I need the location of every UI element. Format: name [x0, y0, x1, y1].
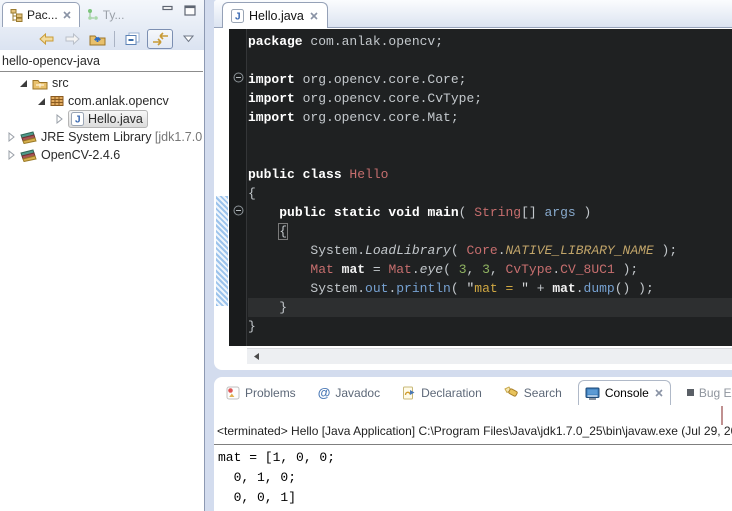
- declaration-icon: [402, 386, 416, 400]
- java-file-icon: J: [231, 9, 244, 23]
- tab-type-hierarchy-label: Ty...: [103, 8, 125, 22]
- back-button[interactable]: [37, 30, 57, 48]
- tab-declaration[interactable]: Declaration: [396, 380, 488, 405]
- tree-item-src[interactable]: src: [18, 74, 69, 92]
- tree-item-jre-library[interactable]: JRE System Library [jdk1.7.0: [6, 128, 202, 146]
- console-tabs-row: Problems @ Javadoc Declaration Search: [220, 380, 732, 405]
- forward-arrow-icon: [64, 33, 80, 45]
- source-folder-icon: [32, 77, 48, 90]
- forward-button[interactable]: [62, 30, 82, 48]
- editor-horizontal-scrollbar[interactable]: [247, 348, 732, 364]
- tab-console[interactable]: Console: [578, 380, 671, 405]
- link-with-editor-icon: [152, 32, 169, 46]
- tree-item-src-label: src: [52, 76, 69, 90]
- link-with-editor-button[interactable]: [147, 29, 173, 49]
- scroll-left-icon[interactable]: [253, 352, 260, 361]
- package-explorer-view: Pac... Ty...: [0, 0, 205, 511]
- chevron-down-icon: [183, 35, 194, 43]
- go-up-button[interactable]: [87, 30, 107, 48]
- tree-item-package-label: com.anlak.opencv: [68, 94, 169, 108]
- tab-problems-label: Problems: [245, 386, 296, 400]
- tree-item-package[interactable]: com.anlak.opencv: [36, 92, 169, 110]
- close-icon[interactable]: [654, 388, 664, 398]
- tab-javadoc[interactable]: @ Javadoc: [312, 380, 386, 405]
- folding-ruler[interactable]: [229, 29, 247, 346]
- eclipse-window: Pac... Ty...: [0, 0, 732, 511]
- tab-package-explorer[interactable]: Pac...: [2, 2, 80, 27]
- package-explorer-toolbar: [37, 29, 198, 49]
- tab-declaration-label: Declaration: [421, 386, 482, 400]
- javadoc-at-icon: @: [318, 385, 331, 400]
- minimize-icon[interactable]: [162, 5, 174, 16]
- expanded-twistie-icon[interactable]: [18, 78, 28, 88]
- selected-tree-item[interactable]: J Hello.java: [68, 110, 148, 128]
- console-toolbar: [721, 407, 723, 425]
- collapse-all-button[interactable]: [122, 30, 142, 48]
- fold-collapse-icon[interactable]: [233, 205, 244, 216]
- svg-text:J: J: [75, 115, 81, 126]
- view-menu-button[interactable]: [178, 30, 198, 48]
- collapse-all-icon: [125, 32, 140, 46]
- tab-package-explorer-label: Pac...: [27, 8, 58, 22]
- range-indicator: [216, 196, 228, 306]
- library-icon: [20, 149, 37, 162]
- console-output-text[interactable]: mat = [1, 0, 0; 0, 1, 0; 0, 0, 1]: [218, 448, 732, 511]
- package-explorer-icon: [10, 9, 23, 22]
- tab-hello-java-label: Hello.java: [249, 9, 304, 23]
- tree-item-project[interactable]: hello-opencv-java: [2, 54, 100, 68]
- bug-explorer-icon: [687, 389, 694, 396]
- problems-icon: [226, 386, 240, 400]
- console-header-divider: [214, 444, 732, 445]
- package-explorer-tree[interactable]: hello-opencv-java src com.anlak.opencv: [0, 50, 203, 511]
- left-tabs-row: Pac... Ty...: [2, 2, 131, 27]
- annotation-ruler[interactable]: [216, 29, 229, 346]
- collapsed-twistie-icon[interactable]: [54, 114, 64, 124]
- code-editor-text-area[interactable]: package com.anlak.opencv;import org.open…: [247, 29, 732, 346]
- console-icon: [585, 387, 600, 400]
- collapsed-twistie-icon[interactable]: [6, 132, 16, 142]
- console-view: Problems @ Javadoc Declaration Search: [214, 377, 732, 511]
- tab-type-hierarchy[interactable]: Ty...: [80, 2, 132, 27]
- tab-problems[interactable]: Problems: [220, 380, 302, 405]
- svg-text:J: J: [235, 11, 241, 22]
- expanded-twistie-icon[interactable]: [36, 96, 46, 106]
- close-icon[interactable]: [309, 11, 319, 21]
- jre-version-decoration: [jdk1.7.0: [155, 130, 202, 144]
- tab-search-label: Search: [524, 386, 562, 400]
- tab-hello-java[interactable]: J Hello.java: [222, 2, 328, 28]
- tab-search[interactable]: Search: [498, 380, 568, 405]
- package-icon: [50, 95, 64, 107]
- tree-item-hello-java[interactable]: J Hello.java: [54, 110, 148, 128]
- tree-item-opencv-library[interactable]: OpenCV-2.4.6: [6, 146, 120, 164]
- search-flashlight-icon: [504, 386, 519, 399]
- tab-bug-explorer[interactable]: Bug Explorer: [681, 380, 732, 405]
- fold-collapse-icon[interactable]: [233, 72, 244, 83]
- java-file-icon: J: [71, 112, 84, 126]
- tab-javadoc-label: Javadoc: [335, 386, 380, 400]
- close-icon[interactable]: [62, 10, 72, 20]
- tree-item-jre-label: JRE System Library [jdk1.7.0: [41, 130, 202, 144]
- collapsed-twistie-icon[interactable]: [6, 150, 16, 160]
- maximize-icon[interactable]: [184, 5, 196, 16]
- editor-view: J Hello.java package com.anlak.opencv;im…: [214, 0, 732, 370]
- project-divider: [0, 71, 203, 72]
- tab-bug-explorer-label: Bug Explorer: [699, 386, 732, 400]
- terminate-button-icon[interactable]: [721, 406, 723, 425]
- up-folder-icon: [89, 32, 106, 46]
- back-arrow-icon: [39, 33, 55, 45]
- toolbar-separator: [114, 31, 115, 47]
- library-icon: [20, 131, 37, 144]
- tree-item-hello-java-label: Hello.java: [88, 112, 143, 126]
- view-minmax-buttons: [162, 5, 196, 16]
- type-hierarchy-icon: [87, 8, 99, 21]
- tree-item-opencv-label: OpenCV-2.4.6: [41, 148, 120, 162]
- tab-console-label: Console: [605, 386, 649, 400]
- console-process-header: <terminated> Hello [Java Application] C:…: [217, 424, 732, 438]
